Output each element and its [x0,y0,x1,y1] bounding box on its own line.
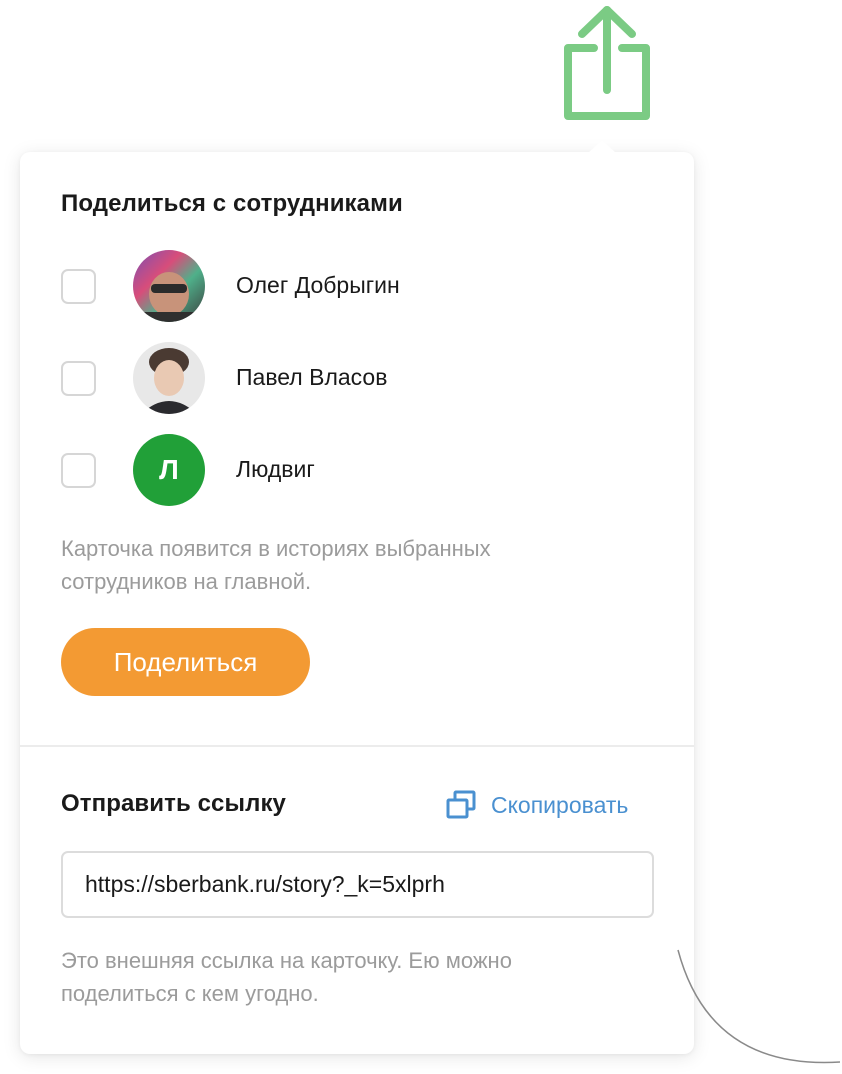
share-with-employees-section: Поделиться с сотрудниками Олег Добрыгин … [20,152,694,745]
employee-checkbox[interactable] [61,453,96,488]
employee-name: Людвиг [236,456,315,482]
share-section-title: Поделиться с сотрудниками [61,190,403,217]
employee-row[interactable]: Олег Добрыгин [61,250,661,324]
employee-row[interactable]: Павел Власов [61,342,661,416]
avatar: Л [133,434,205,506]
section-divider [20,745,694,747]
copy-link-label: Скопировать [491,791,629,818]
share-url-field[interactable] [61,851,654,918]
employee-name: Павел Власов [236,364,388,390]
employee-name: Олег Добрыгин [236,272,400,298]
share-hint: Карточка появится в историях выбранных с… [61,536,491,594]
employee-checkbox[interactable] [61,361,96,396]
decorative-curve [677,949,841,1064]
share-popover: Поделиться с сотрудниками Олег Добрыгин … [20,140,694,1054]
avatar [133,250,205,322]
link-hint: Это внешняя ссылка на карточку. Ею можно… [61,948,512,1006]
share-button[interactable]: Поделиться [61,628,310,696]
employee-checkbox[interactable] [61,269,96,304]
link-section-title: Отправить ссылку [61,790,287,817]
copy-icon [446,790,476,819]
copy-link-button[interactable]: Скопировать [445,790,628,820]
share-icon[interactable] [560,2,656,126]
avatar [133,342,205,414]
employee-row[interactable]: Л Людвиг [61,434,661,508]
